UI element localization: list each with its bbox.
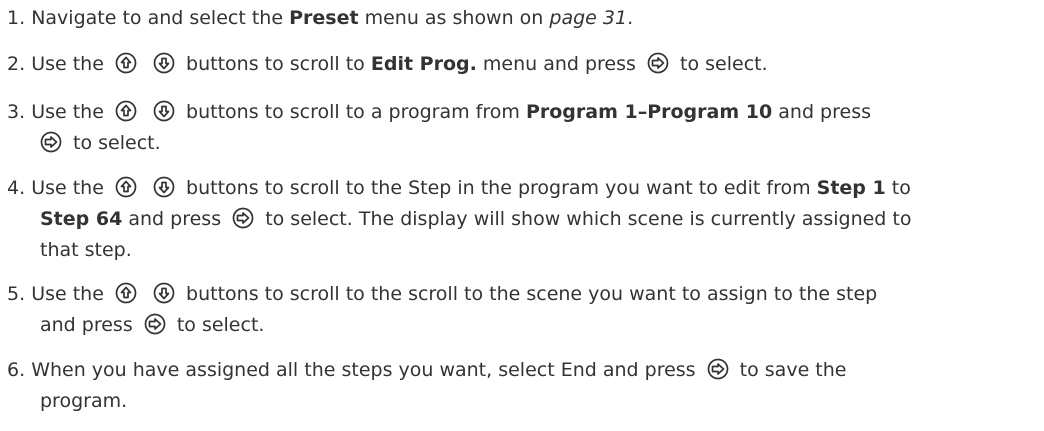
up-button-icon — [115, 176, 137, 198]
step-number: 1. — [7, 7, 26, 29]
step-text: to select. — [176, 314, 265, 336]
enter-button-icon — [647, 52, 669, 74]
down-button-icon — [153, 282, 175, 304]
step-4: 4. Use the buttons to scroll to the Step… — [7, 173, 1039, 203]
step-text: buttons to scroll to a program from — [186, 101, 520, 123]
step-text: and press — [40, 314, 133, 336]
step-number: 2. — [7, 53, 26, 75]
step-6-continued: program. — [7, 386, 1039, 416]
step-number: 4. — [7, 177, 26, 199]
step-text: buttons to scroll to — [186, 53, 365, 75]
enter-button-icon — [40, 131, 62, 153]
step-text: menu and press — [482, 53, 636, 75]
enter-button-icon — [144, 313, 166, 335]
step-text: Use the — [31, 101, 104, 123]
step-text: buttons to scroll to the Step in the pro… — [186, 177, 811, 199]
step-range-end: Step 64 — [40, 208, 123, 230]
menu-name-edit-prog: Edit Prog. — [370, 53, 477, 75]
menu-name-preset: Preset — [289, 7, 359, 29]
step-text: menu as shown on — [364, 7, 544, 29]
indent: and press to select. — [7, 310, 1039, 340]
enter-button-icon — [232, 207, 254, 229]
step-text: When you have assigned all the steps you… — [31, 359, 696, 381]
step-3: 3. Use the buttons to scroll to a progra… — [7, 97, 1039, 127]
indent: that step. — [7, 235, 1039, 265]
step-text: to — [891, 177, 911, 199]
step-text: Use the — [31, 53, 104, 75]
step-text: to save the — [739, 359, 847, 381]
step-6: 6. When you have assigned all the steps … — [7, 355, 1039, 385]
indent: Step 64 and press to select. The display… — [7, 204, 1039, 234]
step-text: Use the — [31, 177, 104, 199]
up-button-icon — [115, 100, 137, 122]
step-4-continued-2: that step. — [7, 235, 1039, 265]
indent: program. — [7, 386, 1039, 416]
step-text: buttons to scroll to the scroll to the s… — [186, 283, 878, 305]
step-text: to select. — [680, 53, 768, 75]
step-5: 5. Use the buttons to scroll to the scro… — [7, 279, 1039, 309]
up-button-icon — [115, 52, 137, 74]
down-button-icon — [153, 176, 175, 198]
step-text: to select. The display will show which s… — [265, 208, 912, 230]
program-range: Program 1–Program 10 — [525, 101, 773, 123]
step-text: Use the — [31, 283, 104, 305]
up-button-icon — [115, 282, 137, 304]
step-number: 3. — [7, 101, 26, 123]
step-text: program. — [40, 390, 128, 412]
step-2: 2. Use the buttons to scroll to Edit Pro… — [7, 49, 1039, 79]
step-text: and press — [128, 208, 222, 230]
down-button-icon — [153, 100, 175, 122]
step-3-continued: to select. — [7, 128, 1039, 158]
step-text: that step. — [40, 239, 132, 261]
step-range-start: Step 1 — [816, 177, 886, 199]
step-5-continued: and press to select. — [7, 310, 1039, 340]
step-1: 1. Navigate to and select the Preset men… — [7, 3, 1039, 33]
step-4-continued: Step 64 and press to select. The display… — [7, 204, 1039, 234]
enter-button-icon — [707, 358, 729, 380]
step-text: Navigate to and select the — [31, 7, 284, 29]
step-text: to select. — [73, 132, 161, 154]
step-number: 6. — [7, 359, 26, 381]
down-button-icon — [153, 52, 175, 74]
page-reference: page 31 — [549, 7, 628, 29]
step-text: and press — [778, 101, 871, 123]
step-text: . — [627, 7, 634, 29]
step-number: 5. — [7, 283, 26, 305]
indent: to select. — [7, 128, 1039, 158]
